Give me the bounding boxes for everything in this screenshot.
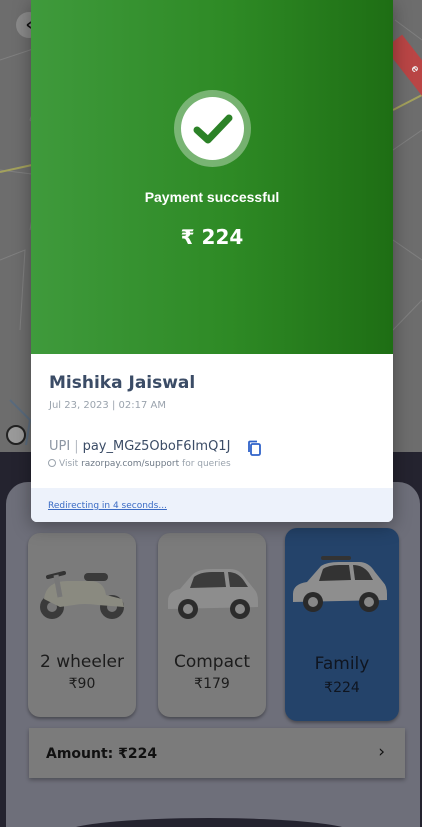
family-car-icon <box>293 556 387 612</box>
redirect-link[interactable]: Redirecting in 4 seconds... <box>48 501 167 511</box>
payment-amount: ₹ 224 <box>180 225 244 249</box>
transaction-datetime: Jul 23, 2023 | 02:17 AM <box>49 400 166 411</box>
scooter-icon <box>40 571 124 619</box>
vehicle-card-2-wheeler[interactable]: 2 wheeler ₹90 <box>28 533 136 717</box>
vehicle-price: ₹179 <box>194 676 230 692</box>
vehicle-price: ₹90 <box>68 676 96 692</box>
vehicle-options: 2 wheeler ₹90 Compact ₹179 Family ₹224 <box>28 528 400 721</box>
clock-icon <box>48 459 56 467</box>
amount-label: Amount: ₹224 <box>46 746 158 762</box>
vehicle-name: Family <box>314 654 370 674</box>
compact-car-icon <box>168 569 258 619</box>
vehicle-name: 2 wheeler <box>40 652 124 672</box>
upi-reference: UPI | pay_MGz5OboF6ImQ1J <box>49 439 231 454</box>
success-header: Payment successful ₹ 224 <box>31 0 393 354</box>
map-marker-icon <box>6 425 26 445</box>
customer-name: Mishika Jaiswal <box>49 373 196 393</box>
chevron-right-icon: › <box>378 742 385 762</box>
vehicle-card-compact[interactable]: Compact ₹179 <box>158 533 266 717</box>
upi-label: UPI <box>49 439 71 454</box>
support-info: Visit razorpay.com/support for queries <box>48 459 231 469</box>
copy-icon[interactable] <box>246 440 262 456</box>
amount-bar[interactable]: Amount: ₹224 › <box>29 728 405 778</box>
vehicle-name: Compact <box>173 652 251 672</box>
payment-success-modal: Payment successful ₹ 224 Mishika Jaiswal… <box>31 0 393 522</box>
upi-id: pay_MGz5OboF6ImQ1J <box>82 439 231 454</box>
payment-status-text: Payment successful <box>144 189 280 205</box>
vehicle-card-family[interactable]: Family ₹224 <box>285 528 399 721</box>
check-icon <box>181 97 244 160</box>
success-badge <box>174 90 251 167</box>
vehicle-price: ₹224 <box>324 680 360 696</box>
redirect-bar: Redirecting in 4 seconds... <box>31 488 393 522</box>
support-link[interactable]: razorpay.com/support <box>81 459 179 469</box>
